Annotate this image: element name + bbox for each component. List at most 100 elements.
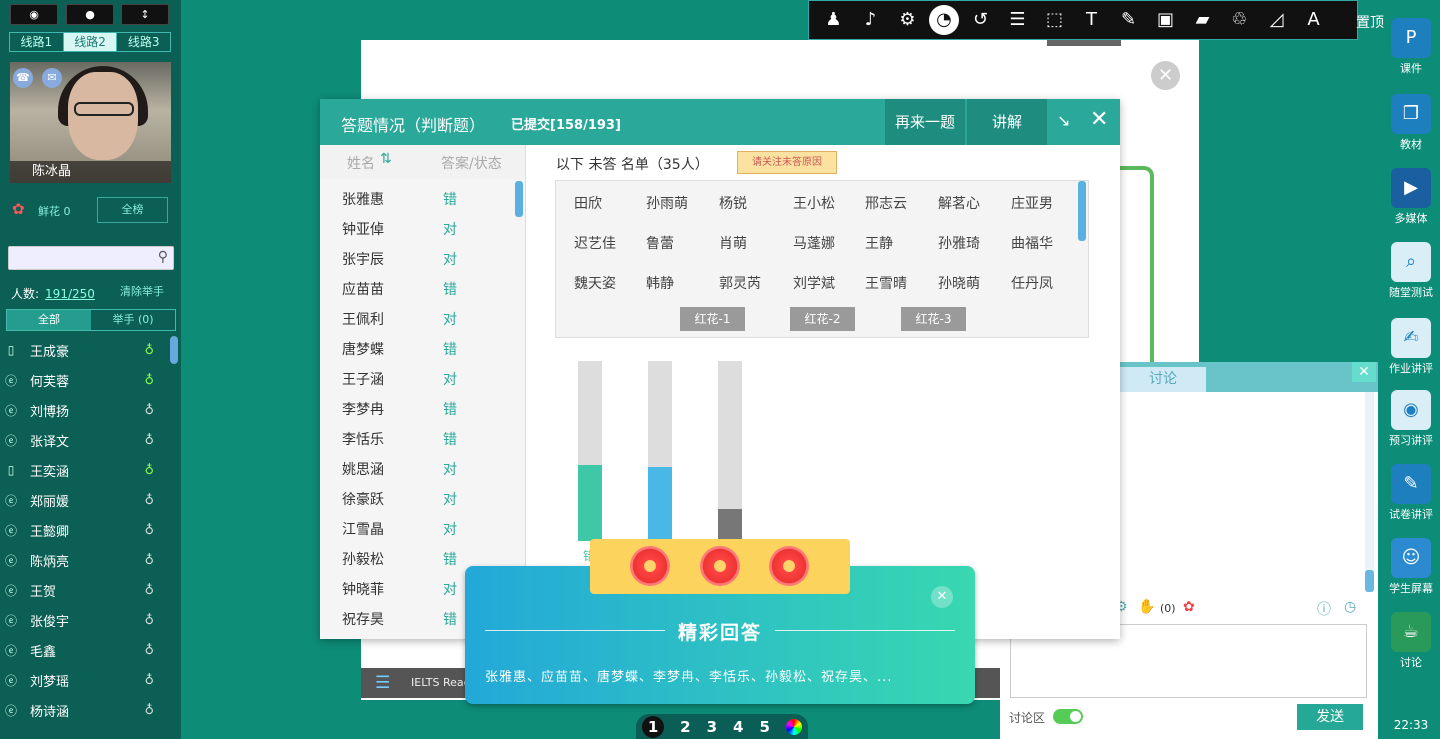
student-row[interactable]: ⓔ 张俊宇 ♁ (4, 605, 164, 635)
pin-top-button[interactable]: 置顶 (1356, 12, 1384, 32)
answer-row[interactable]: 徐豪跃 对 (320, 483, 525, 513)
answer-row[interactable]: 王佩利 对 (320, 303, 525, 333)
microphone-icon[interactable]: ♁ (144, 703, 154, 718)
student-row[interactable]: ⓔ 刘梦瑶 ♁ (4, 665, 164, 695)
microphone-icon[interactable]: ♁ (144, 343, 154, 358)
rightbar-item[interactable]: ◉ 预习讲评 (1382, 390, 1440, 448)
page-number-button[interactable]: 4 (733, 718, 743, 736)
student-search-input[interactable]: ⚲ (8, 246, 174, 270)
phone-icon[interactable]: ☎ (13, 68, 33, 88)
microphone-icon[interactable]: ♁ (144, 583, 154, 598)
camera-toggle-button[interactable]: ◉ (10, 4, 58, 25)
discussion-scrollbar[interactable] (1365, 392, 1374, 592)
microphone-icon[interactable]: ♁ (144, 553, 154, 568)
toolbar-tool-icon[interactable]: ◔ (929, 5, 959, 35)
microphone-icon[interactable]: ♁ (144, 523, 154, 538)
toolbar-tool-icon[interactable]: ▣ (1147, 2, 1184, 38)
toolbar-tool-icon[interactable]: ♪ (852, 2, 889, 38)
info-icon[interactable]: ⓘ (1317, 599, 1331, 619)
answer-row[interactable]: 钟亚倬 对 (320, 213, 525, 243)
line-3-tab[interactable]: 线路3 (117, 33, 170, 51)
answer-row[interactable]: 李恬乐 错 (320, 423, 525, 453)
rightbar-item[interactable]: ✍ 作业讲评 (1382, 318, 1440, 376)
clock-icon[interactable]: ◷ (1344, 599, 1356, 615)
rightbar-item[interactable]: ☺ 学生屏幕 (1382, 538, 1440, 596)
rightbar-item[interactable]: ☕ 讨论 (1382, 612, 1440, 670)
answer-list-scrollbar[interactable] (515, 181, 523, 217)
another-question-button[interactable]: 再来一题 (885, 99, 965, 145)
tab-raised-hands[interactable]: 举手 (0) (91, 310, 175, 330)
line-2-tab[interactable]: 线路2 (63, 33, 118, 51)
rightbar-item[interactable]: ⌕ 随堂测试 (1382, 242, 1440, 300)
flower-tag-button[interactable]: 红花-2 (790, 307, 855, 331)
discussion-scroll-thumb[interactable] (1365, 570, 1374, 592)
rightbar-item[interactable]: ▶ 多媒体 (1382, 168, 1440, 226)
tab-discussion[interactable]: 讨论 (1120, 367, 1206, 392)
answer-row[interactable]: 应苗苗 错 (320, 273, 525, 303)
count-value-link[interactable]: 191/250 (45, 287, 95, 301)
student-row[interactable]: ⓔ 毛鑫 ♁ (4, 635, 164, 665)
microphone-icon[interactable]: ♁ (144, 613, 154, 628)
clear-hands-button[interactable]: 清除举手 (120, 283, 164, 299)
toolbar-tool-icon[interactable]: T (1073, 2, 1110, 38)
student-list-scrollbar[interactable] (170, 336, 178, 364)
toolbar-tool-icon[interactable]: ♟ (815, 2, 852, 38)
rightbar-item[interactable]: ❐ 教材 (1382, 94, 1440, 152)
microphone-icon[interactable]: ♁ (144, 493, 154, 508)
page-number-button[interactable]: 5 (759, 718, 769, 736)
answer-row[interactable]: 王子涵 对 (320, 363, 525, 393)
student-row[interactable]: ⓔ 刘博扬 ♁ (4, 395, 164, 425)
discussion-close-icon[interactable]: ✕ (1352, 362, 1376, 382)
mic-toggle-button[interactable]: ● (66, 4, 114, 25)
toolbar-tool-icon[interactable]: ⚙ (889, 2, 926, 38)
student-row[interactable]: ⓔ 王贺 ♁ (4, 575, 164, 605)
microphone-icon[interactable]: ♁ (144, 403, 154, 418)
toolbar-tool-icon[interactable]: ☰ (999, 2, 1036, 38)
color-wheel-icon[interactable] (785, 718, 802, 735)
toolbar-tool-icon[interactable]: ✎ (1110, 2, 1147, 38)
line-1-tab[interactable]: 线路1 (10, 33, 64, 51)
answer-row[interactable]: 张雅惠 错 (320, 183, 525, 213)
page-number-button[interactable]: 2 (680, 718, 690, 736)
microphone-icon[interactable]: ♁ (144, 433, 154, 448)
flower-tag-button[interactable]: 红花-1 (680, 307, 745, 331)
toolbar-tool-icon[interactable]: A (1295, 2, 1332, 38)
microphone-icon[interactable]: ♁ (144, 643, 154, 658)
toolbar-tool-icon[interactable]: ⬚ (1036, 2, 1073, 38)
send-button[interactable]: 发送 (1297, 704, 1363, 730)
student-row[interactable]: ⓔ 杨诗涵 ♁ (4, 695, 164, 725)
answer-row[interactable]: 张宇辰 对 (320, 243, 525, 273)
sort-icon[interactable]: ⇅ (380, 151, 392, 167)
search-icon[interactable]: ⚲ (158, 249, 168, 265)
list-icon[interactable]: ☰ (375, 668, 390, 698)
toolbar-tool-icon[interactable]: ◿ (1258, 2, 1295, 38)
tab-all[interactable]: 全部 (7, 310, 91, 330)
explain-button[interactable]: 讲解 (967, 99, 1047, 145)
page-number-button[interactable]: 1 (642, 715, 665, 738)
student-row[interactable]: ▯ 王奕涵 ♁ (4, 455, 164, 485)
student-row[interactable]: ⓔ 郑丽媛 ♁ (4, 485, 164, 515)
names-scrollbar[interactable] (1078, 181, 1086, 241)
canvas-close-icon[interactable]: ✕ (1151, 61, 1180, 90)
reward-close-icon[interactable]: ✕ (931, 586, 953, 608)
answer-row[interactable]: 江雪晶 对 (320, 513, 525, 543)
leaderboard-button[interactable]: 全榜 (97, 197, 168, 223)
flower-tag-button[interactable]: 红花-3 (901, 307, 966, 331)
rightbar-item[interactable]: ✎ 试卷讲评 (1382, 464, 1440, 522)
toolbar-tool-icon[interactable]: ↺ (962, 2, 999, 38)
page-number-button[interactable]: 3 (707, 718, 717, 736)
flower-icon[interactable]: ✿ (1183, 599, 1195, 615)
notice-badge[interactable]: 请关注未答原因 (737, 151, 837, 174)
raise-hand-icon[interactable]: ✋ (1138, 599, 1155, 615)
toolbar-tool-icon[interactable]: ♲ (1221, 2, 1258, 38)
microphone-icon[interactable]: ♁ (144, 673, 154, 688)
mail-icon[interactable]: ✉ (42, 68, 62, 88)
student-row[interactable]: ⓔ 张译文 ♁ (4, 425, 164, 455)
microphone-icon[interactable]: ♁ (144, 373, 154, 388)
student-row[interactable]: ▯ 王成豪 ♁ (4, 335, 164, 365)
answer-row[interactable]: 李梦冉 错 (320, 393, 525, 423)
answer-row[interactable]: 姚思涵 对 (320, 453, 525, 483)
student-row[interactable]: ⓔ 王懿卿 ♁ (4, 515, 164, 545)
dialog-close-icon[interactable]: ✕ (1090, 107, 1108, 132)
rightbar-item[interactable]: P 课件 (1382, 18, 1440, 76)
